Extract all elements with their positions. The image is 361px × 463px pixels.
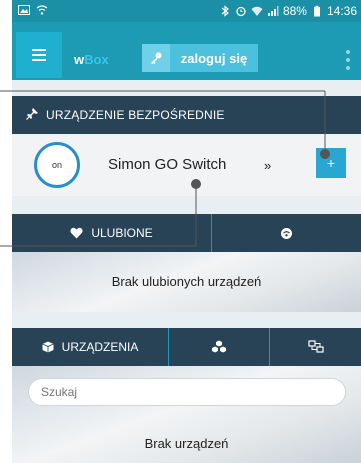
app-logo: wBox (74, 52, 109, 67)
wifi-icon (281, 227, 292, 239)
favorites-tabs: ULUBIONE (12, 214, 361, 252)
phone-screen: 88% 14:36 wBox zaloguj się URZĄDZENIE BE… (12, 0, 361, 463)
devices-section: Brak urządzeń (12, 366, 361, 463)
pin-icon (26, 108, 38, 120)
app-bar: wBox zaloguj się (12, 22, 361, 80)
heart-icon (70, 227, 83, 239)
search-input[interactable] (28, 378, 346, 406)
direct-device-header: URZĄDZENIE BEZPOŚREDNIE (12, 96, 361, 134)
power-toggle[interactable]: on (34, 142, 80, 188)
add-device-button[interactable]: + (316, 148, 346, 178)
login-label: zaloguj się (170, 44, 258, 72)
hamburger-icon (32, 49, 46, 61)
battery-icon (313, 5, 320, 17)
tab-network[interactable] (270, 328, 361, 366)
devices-empty-text: Brak urządzeń (144, 436, 229, 451)
tab-devices[interactable]: URZĄDZENIA (12, 328, 169, 366)
tab-wifi[interactable] (212, 214, 361, 252)
battery-level: 88% (282, 4, 307, 18)
gallery-icon (18, 5, 30, 15)
key-icon (142, 44, 170, 72)
status-bar: 88% 14:36 (12, 0, 361, 22)
tab-favorites-label: ULUBIONE (91, 226, 153, 240)
login-button[interactable]: zaloguj się (142, 44, 258, 72)
open-device-arrow[interactable]: » (264, 158, 271, 173)
cube-icon (41, 341, 54, 353)
direct-device-title: URZĄDZENIE BEZPOŚREDNIE (46, 108, 225, 122)
devices-tabs: URZĄDZENIA (12, 328, 361, 366)
tab-groups[interactable] (169, 328, 270, 366)
alarm-icon (236, 6, 246, 17)
power-state: on (51, 160, 62, 170)
favorites-empty-section: Brak ulubionych urządzeń (12, 252, 361, 312)
favorites-empty-text: Brak ulubionych urządzeń (111, 274, 262, 289)
tab-devices-label: URZĄDZENIA (61, 340, 139, 354)
menu-button[interactable] (16, 32, 62, 78)
bluetooth-icon (221, 5, 229, 17)
cell-signal-icon (267, 6, 279, 16)
more-options-icon[interactable] (345, 50, 351, 70)
cubes-icon (212, 340, 226, 353)
wifi-signal-icon (251, 6, 263, 16)
clock: 14:36 (326, 4, 357, 18)
wifi-status-icon (36, 5, 48, 15)
tab-favorites[interactable]: ULUBIONE (12, 214, 212, 252)
device-card[interactable]: on Simon GO Switch » + (12, 134, 361, 196)
device-name: Simon GO Switch (108, 156, 227, 173)
network-icon (307, 340, 324, 353)
